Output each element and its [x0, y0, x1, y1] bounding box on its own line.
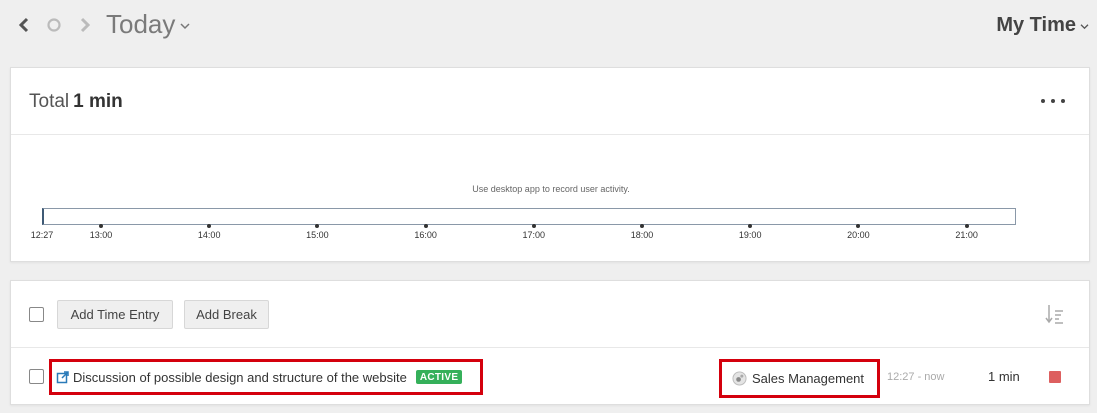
timeline-tick — [531, 224, 536, 228]
view-selector[interactable]: My Time — [996, 14, 1089, 37]
entry-project[interactable]: Sales Management — [719, 359, 880, 398]
timeline-tick-label: 17:00 — [522, 230, 546, 240]
timeline-tick — [856, 224, 861, 228]
timeline-tick — [423, 224, 428, 228]
today-button[interactable] — [43, 13, 65, 37]
timeline-tick — [640, 224, 644, 228]
timeline-tick-label: 18:00 — [630, 230, 654, 240]
chevron-right-icon — [80, 17, 91, 33]
timeline-tick — [315, 224, 320, 228]
time-range: 12:27 - now — [887, 371, 945, 383]
entry-name[interactable]: Discussion of possible design and struct… — [73, 370, 407, 385]
sort-button[interactable] — [1045, 303, 1065, 325]
timeline-tick-label: 21:00 — [955, 230, 978, 240]
chevron-down-icon — [1080, 24, 1089, 30]
timeline-tick — [748, 224, 753, 228]
timeline-tick-label: 20:00 — [847, 230, 870, 240]
timeline-tick-label: 19:00 — [738, 230, 762, 240]
entries-toolbar: Add Time Entry Add Break — [11, 281, 1089, 348]
prev-day-button[interactable] — [13, 13, 35, 37]
date-title: Today — [106, 9, 176, 39]
timeline-tick — [964, 224, 969, 228]
timeline-tick-label: 13:00 — [89, 230, 113, 240]
timeline-tick-label: 12:27 — [30, 230, 54, 240]
external-edit-icon[interactable] — [56, 370, 70, 384]
top-navigation: Today My Time — [0, 0, 1097, 52]
more-options-button[interactable] — [1041, 93, 1065, 109]
timeline-tick-label: 14:00 — [197, 230, 221, 240]
entries-card: Add Time Entry Add Break Discussion of p… — [10, 280, 1090, 405]
chevron-down-icon — [180, 22, 190, 29]
project-icon — [732, 371, 747, 386]
total-value: 1 min — [73, 91, 123, 112]
total-label: Total — [29, 91, 70, 112]
timeline-bar — [42, 208, 1016, 225]
add-time-entry-button[interactable]: Add Time Entry — [57, 300, 173, 329]
stop-icon[interactable] — [1049, 371, 1061, 383]
select-all-checkbox[interactable] — [29, 307, 44, 322]
project-name: Sales Management — [752, 371, 865, 386]
next-day-button[interactable] — [74, 13, 96, 37]
active-badge: ACTIVE — [415, 370, 463, 384]
more-horizontal-icon — [1041, 99, 1045, 103]
entry-title-highlight: Discussion of possible design and struct… — [49, 359, 483, 395]
add-break-button[interactable]: Add Break — [184, 300, 269, 329]
timeline-tick — [207, 224, 212, 228]
circle-icon — [47, 18, 61, 32]
entry-checkbox[interactable] — [29, 369, 44, 384]
view-title: My Time — [996, 14, 1076, 36]
table-row[interactable]: Discussion of possible design and struct… — [11, 349, 1089, 405]
timeline-tick — [99, 224, 103, 228]
more-dot — [1051, 99, 1055, 103]
duration: 1 min — [988, 369, 1020, 384]
timeline-tick-label: 16:00 — [414, 230, 437, 240]
total-header: Total 1 min — [11, 68, 1089, 135]
timeline-tick-label: 15:00 — [306, 230, 329, 240]
timeline-hint: Use desktop app to record user activity. — [472, 184, 630, 194]
chevron-left-icon — [18, 17, 29, 33]
more-dot — [1061, 99, 1065, 103]
total-summary: Total 1 min — [29, 91, 123, 113]
sort-icon — [1045, 305, 1063, 324]
total-card: Total 1 min Use desktop app to record use… — [10, 67, 1090, 262]
date-selector[interactable]: Today — [106, 9, 190, 40]
